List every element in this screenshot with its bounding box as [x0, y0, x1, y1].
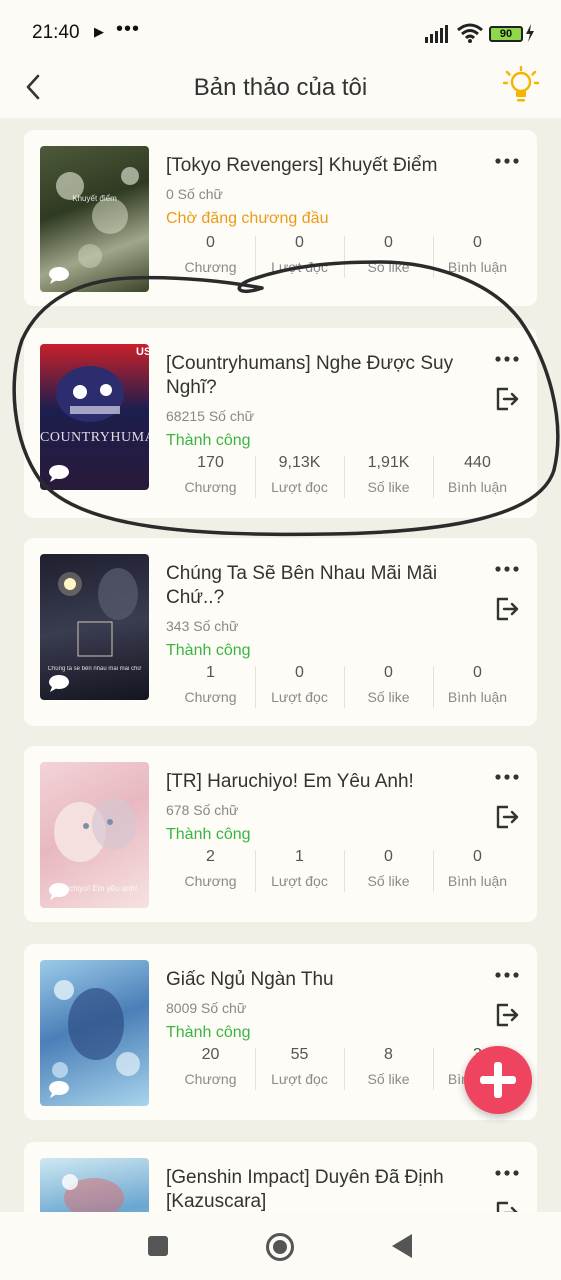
book-cover[interactable]: Haruchiyo! Em yêu anh!: [40, 762, 149, 908]
stat-likes: 0 Số like: [344, 662, 433, 708]
book-card[interactable]: USA COUNTRYHUMANS [Countryhumans] Nghe Đ…: [24, 328, 537, 518]
stat-comments: 0 Bình luận: [433, 846, 522, 892]
export-icon[interactable]: [494, 596, 520, 622]
publish-status: Thành công: [166, 1024, 251, 1041]
comment-icon: [49, 675, 69, 692]
stat-likes: 1,91K Số like: [344, 452, 433, 498]
system-back-button[interactable]: [392, 1234, 412, 1258]
more-options-icon[interactable]: [494, 562, 520, 576]
book-cover[interactable]: [40, 1158, 149, 1212]
more-options-icon[interactable]: [494, 968, 520, 982]
more-options-icon[interactable]: [494, 154, 520, 168]
cover-title: COUNTRYHUMANS: [40, 430, 149, 445]
stat-comments: 440 Bình luận: [433, 452, 522, 498]
cover-title: Khuyết điểm: [72, 194, 117, 203]
word-count: 0 Số chữ: [166, 186, 223, 202]
stat-reads: 0 Lượt đọc: [255, 662, 344, 708]
more-options-icon[interactable]: [494, 770, 520, 784]
book-title[interactable]: [Tokyo Revengers] Khuyết Điểm: [166, 154, 486, 178]
stat-chapters: 0 Chương: [184, 234, 237, 275]
book-stats: 1 Chương 0 Lượt đọc 0 Số like 0 Bình luận: [166, 662, 522, 708]
book-title[interactable]: Giấc Ngủ Ngàn Thu: [166, 968, 486, 992]
word-count: 8009 Số chữ: [166, 1000, 247, 1016]
more-options-icon[interactable]: [494, 1166, 520, 1180]
export-icon[interactable]: [494, 804, 520, 830]
book-cover[interactable]: USA COUNTRYHUMANS: [40, 344, 149, 490]
comment-icon: [49, 1081, 69, 1098]
add-book-button[interactable]: [464, 1046, 532, 1114]
plus-icon: [480, 1062, 516, 1098]
book-title[interactable]: [Countryhumans] Nghe Được Suy Nghĩ?: [166, 352, 486, 400]
charging-icon: [526, 24, 534, 42]
book-card[interactable]: Chúng ta sẽ bên nhau mãi mãi chứ Chúng T…: [24, 538, 537, 726]
word-count: 68215 Số chữ: [166, 408, 254, 424]
comment-icon: [49, 267, 69, 284]
word-count: 343 Số chữ: [166, 618, 239, 634]
status-bar: 21:40 ▶ ••• 90: [0, 0, 561, 62]
cover-title: Chúng ta sẽ bên nhau mãi mãi chứ: [47, 666, 142, 672]
book-title[interactable]: [Genshin Impact] Duyên Đã Định [Kazuscar…: [166, 1166, 486, 1212]
comment-icon: [49, 883, 69, 900]
book-cover[interactable]: [40, 960, 149, 1106]
wifi-icon: [457, 23, 483, 43]
book-card[interactable]: Khuyết điểm [Tokyo Revengers] Khuyết Điể…: [24, 130, 537, 306]
book-title[interactable]: [TR] Haruchiyo! Em Yêu Anh!: [166, 770, 486, 794]
book-stats: 2 Chương 1 Lượt đọc 0 Số like 0 Bình luận: [166, 846, 522, 892]
stat-comments: 0 Bình luận: [433, 232, 522, 278]
home-button[interactable]: [266, 1233, 294, 1261]
more-options-icon[interactable]: [494, 352, 520, 366]
stat-reads: 1 Lượt đọc: [255, 846, 344, 892]
book-title[interactable]: Chúng Ta Sẽ Bên Nhau Mãi Mãi Chứ..?: [166, 562, 486, 610]
lightbulb-icon[interactable]: [503, 66, 539, 106]
publish-status: Thành công: [166, 432, 251, 449]
media-play-icon: ▶: [94, 24, 104, 39]
more-notifications-icon: •••: [116, 18, 141, 40]
stat-likes: 0 Số like: [344, 232, 433, 278]
export-icon[interactable]: [494, 386, 520, 412]
page-title: Bản thảo của tôi: [193, 74, 368, 101]
svg-text:USA: USA: [136, 346, 149, 358]
stat-likes: 0 Số like: [344, 846, 433, 892]
comment-icon: [49, 465, 69, 482]
stat-chapters: 20 Chương: [184, 1046, 237, 1087]
book-cover[interactable]: Khuyết điểm: [40, 146, 149, 292]
stat-chapters: 1 Chương: [184, 664, 237, 705]
stat-reads: 9,13K Lượt đọc: [255, 452, 344, 498]
publish-status: Thành công: [166, 826, 251, 843]
system-nav-bar: [0, 1212, 561, 1280]
stat-comments: 0 Bình luận: [433, 662, 522, 708]
battery-indicator: 90: [489, 26, 523, 42]
export-icon[interactable]: [494, 1002, 520, 1028]
app-header: Bản thảo của tôi: [0, 62, 561, 118]
book-card[interactable]: [Genshin Impact] Duyên Đã Định [Kazuscar…: [24, 1142, 537, 1212]
status-time: 21:40: [32, 22, 80, 43]
publish-status: Thành công: [166, 642, 251, 659]
cover-art: [62, 1174, 124, 1212]
stat-likes: 8 Số like: [344, 1044, 433, 1090]
stat-chapters: 170 Chương: [184, 454, 237, 495]
book-cover[interactable]: Chúng ta sẽ bên nhau mãi mãi chứ: [40, 554, 149, 700]
recent-apps-button[interactable]: [148, 1236, 168, 1256]
stat-chapters: 2 Chương: [184, 848, 237, 889]
word-count: 678 Số chữ: [166, 802, 239, 818]
book-card[interactable]: Giấc Ngủ Ngàn Thu 8009 Số chữ Thành công…: [24, 944, 537, 1120]
book-card[interactable]: Haruchiyo! Em yêu anh! [TR] Haruchiyo! E…: [24, 746, 537, 922]
stat-reads: 0 Lượt đọc: [255, 232, 344, 278]
publish-status: Chờ đăng chương đầu: [166, 210, 329, 227]
book-stats: 0 Chương 0 Lượt đọc 0 Số like 0 Bình luận: [166, 232, 522, 278]
export-icon[interactable]: [494, 1200, 520, 1212]
signal-icon: [425, 25, 448, 43]
book-stats: 170 Chương 9,13K Lượt đọc 1,91K Số like 440…: [166, 452, 522, 498]
stat-reads: 55 Lượt đọc: [255, 1044, 344, 1090]
